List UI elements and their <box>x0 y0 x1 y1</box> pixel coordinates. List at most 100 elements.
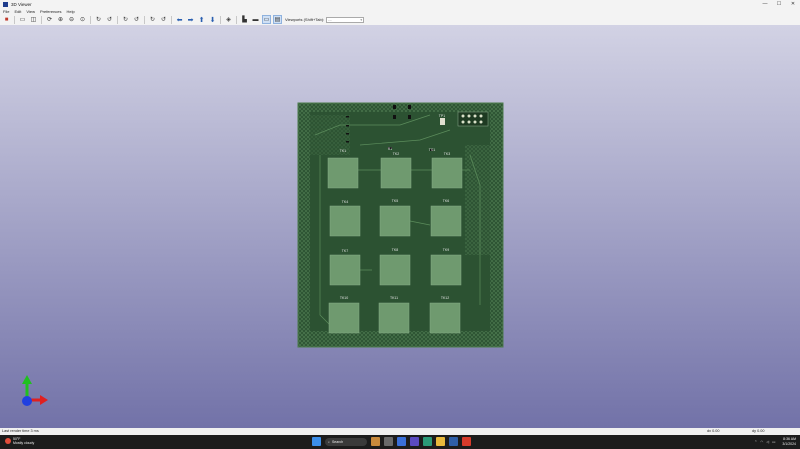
menu-edit[interactable]: Edit <box>14 9 21 14</box>
dx-readout: dx 0.00 <box>707 429 720 433</box>
menu-view[interactable]: View <box>26 9 35 14</box>
search-box[interactable]: ⌕ Search <box>325 437 367 446</box>
minimize-button[interactable]: — <box>758 0 772 8</box>
touch-pad <box>380 157 412 189</box>
toolbar-separator <box>14 15 15 24</box>
export-image-icon[interactable]: ■ <box>2 15 11 24</box>
silk-mark: R1 <box>388 147 393 151</box>
reload-icon[interactable]: ⟳ <box>45 15 54 24</box>
app-icon <box>3 1 8 7</box>
maximize-button[interactable]: ☐ <box>772 0 786 8</box>
viewports-value: --- <box>328 17 332 22</box>
pad-label: TK4 <box>342 200 348 204</box>
silk-mark: TS1 <box>429 148 435 152</box>
pad-label: TK3 <box>444 152 450 156</box>
orthographic-icon[interactable]: ▬ <box>251 15 260 24</box>
chrome-icon[interactable] <box>397 437 406 446</box>
pad-label: TK2 <box>393 152 399 156</box>
battery-icon[interactable]: ▭ <box>772 440 775 444</box>
flip-board-icon[interactable]: ◈ <box>224 15 233 24</box>
window-controls: — ☐ ✕ <box>758 0 800 8</box>
teams-icon[interactable] <box>410 437 419 446</box>
window-title: 3D Viewer <box>11 1 32 7</box>
render-time: Last render time 3 ms <box>2 429 39 433</box>
touch-pad <box>329 205 361 237</box>
taskbar: 50°F Mostly cloudy ⌕ Search ⌃ ◠ ◁ ▭ 8:36 … <box>0 435 800 449</box>
zoom-out-icon[interactable]: ⊖ <box>67 15 76 24</box>
pan-left-icon[interactable]: ⬅ <box>175 15 184 24</box>
rotate-x-cw-icon[interactable]: ↻ <box>94 15 103 24</box>
close-button[interactable]: ✕ <box>786 0 800 8</box>
clock-time: 8:36 AM <box>783 437 796 441</box>
viewports-select[interactable]: --- ▾ <box>326 16 365 23</box>
raytrace-icon[interactable]: ◫ <box>29 15 38 24</box>
rotate-x-ccw-icon[interactable]: ↺ <box>105 15 114 24</box>
axis-gizmo <box>22 375 48 406</box>
volume-icon[interactable]: ◁ <box>766 440 769 444</box>
weather-widget[interactable]: 50°F Mostly cloudy <box>5 437 34 445</box>
touch-pad <box>379 205 411 237</box>
edge-icon[interactable] <box>423 437 432 446</box>
toolbar-separator <box>171 15 172 24</box>
pad-label: TK5 <box>392 199 398 203</box>
search-label: Search <box>331 439 344 444</box>
chevron-down-icon: ▾ <box>360 17 363 22</box>
touch-pad <box>430 254 462 286</box>
weather-icon <box>5 438 11 444</box>
zoom-fit-icon[interactable]: ⊙ <box>78 15 87 24</box>
pad-label: TK1 <box>340 149 346 153</box>
pan-up-icon[interactable]: ⬆ <box>197 15 206 24</box>
render-mode-icon[interactable]: ▙ <box>240 15 249 24</box>
start-icon[interactable] <box>312 437 321 446</box>
toolbar-separator <box>90 15 91 24</box>
rotate-z-ccw-icon[interactable]: ↺ <box>159 15 168 24</box>
zoom-in-icon[interactable]: ⊕ <box>56 15 65 24</box>
rotate-z-cw-icon[interactable]: ↻ <box>148 15 157 24</box>
touch-pad <box>328 302 360 334</box>
touch-pad <box>431 157 463 189</box>
rotate-y-ccw-icon[interactable]: ↺ <box>132 15 141 24</box>
clock-date: 3/1/2024 <box>782 441 796 446</box>
touch-pad <box>327 157 359 189</box>
system-tray: ⌃ ◠ ◁ ▭ 8:36 AM 3/1/2024 <box>754 437 796 446</box>
file-explorer-icon[interactable] <box>436 437 445 446</box>
pad-label: TK12 <box>441 296 449 300</box>
search-icon: ⌕ <box>328 439 330 444</box>
touch-pad <box>329 254 361 286</box>
pcb-render: TK1 TK2 TK3 TK4 TK5 TK6 TK7 TK8 TK9 TK10… <box>22 102 504 406</box>
app-icon-red[interactable] <box>462 437 471 446</box>
pad-label: TK7 <box>342 249 348 253</box>
touch-pad <box>378 302 410 334</box>
pad-label: TK11 <box>390 296 398 300</box>
pad-label: TK10 <box>340 296 348 300</box>
toolbar-separator <box>144 15 145 24</box>
pad-label: TK8 <box>392 248 398 252</box>
pan-right-icon[interactable]: ➡ <box>186 15 195 24</box>
layers-icon[interactable]: ▤ <box>273 15 282 24</box>
menu-help[interactable]: Help <box>67 9 75 14</box>
touch-pad <box>379 254 411 286</box>
silk-mark: TP1 <box>439 114 445 118</box>
3d-canvas[interactable]: TK1 TK2 TK3 TK4 TK5 TK6 TK7 TK8 TK9 TK10… <box>0 25 800 428</box>
widget-icon[interactable] <box>371 437 380 446</box>
kicad-icon[interactable] <box>449 437 458 446</box>
status-bar: Last render time 3 ms dx 0.00 dy 0.00 <box>0 428 800 435</box>
menu-file[interactable]: File <box>3 9 9 14</box>
touch-pad <box>429 302 461 334</box>
wifi-icon[interactable]: ◠ <box>760 440 763 444</box>
pad-label: TK9 <box>443 248 449 252</box>
pad-label: TK6 <box>443 199 449 203</box>
touch-pad <box>430 205 462 237</box>
rotate-y-cw-icon[interactable]: ↻ <box>121 15 130 24</box>
copy-image-icon[interactable]: ▭ <box>18 15 27 24</box>
task-view-icon[interactable] <box>384 437 393 446</box>
title-bar: 3D Viewer — ☐ ✕ <box>0 0 800 8</box>
weather-desc: Mostly cloudy <box>13 441 35 445</box>
clock[interactable]: 8:36 AM 3/1/2024 <box>782 437 796 446</box>
viewports-label: Viewports (Shift+Tab): <box>285 17 325 22</box>
menu-preferences[interactable]: Preferences <box>40 9 62 14</box>
perspective-icon[interactable]: ▭ <box>262 15 271 24</box>
pan-down-icon[interactable]: ⬇ <box>208 15 217 24</box>
toolbar-separator <box>117 15 118 24</box>
chevron-up-icon[interactable]: ⌃ <box>754 440 757 444</box>
